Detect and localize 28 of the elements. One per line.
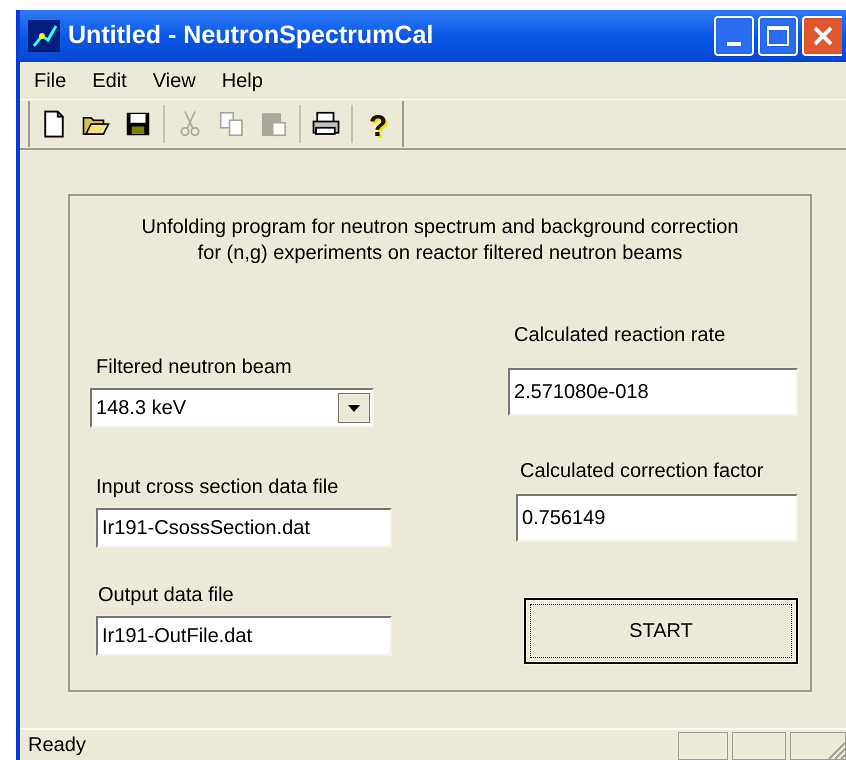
field-label: Filtered neutron beam <box>95 355 293 380</box>
close-icon <box>811 24 835 48</box>
field-label: Calculated correction factor <box>519 459 764 484</box>
input-field[interactable]: Ir191-OutFile.dat <box>96 616 392 656</box>
input-field[interactable]: Ir191-CsossSection.dat <box>96 508 392 548</box>
description-text: Unfolding program for neutron spectrum and background correction for (n,g) experiments on reactor filtered neutron beams <box>140 215 740 266</box>
maximize-button[interactable] <box>758 16 798 56</box>
field-label: Input cross section data file <box>95 475 340 500</box>
app-icon <box>28 20 60 52</box>
dropdown-arrow-button[interactable] <box>338 393 370 423</box>
output-field[interactable]: 0.756149 <box>516 494 798 542</box>
caret-icon <box>348 404 360 412</box>
field-label: Output data file <box>97 583 235 608</box>
field-label: Calculated reaction rate <box>513 323 726 348</box>
menu-item[interactable]: Help <box>222 66 263 96</box>
menu-item[interactable]: View <box>152 66 196 96</box>
menu-item[interactable]: Edit <box>92 66 127 96</box>
menu-item[interactable]: File <box>34 66 66 96</box>
help-button[interactable]: ? <box>358 104 398 144</box>
close-button[interactable] <box>802 16 842 56</box>
minimize-button[interactable] <box>714 16 754 56</box>
status-text: Ready <box>27 733 87 758</box>
window-title: Untitled - NeutronSpectrumCal <box>68 20 434 52</box>
beam-dropdown[interactable]: 148.3 keV <box>90 388 374 428</box>
output-field[interactable]: 2.571080e-018 <box>508 368 798 416</box>
status-pane <box>732 732 786 760</box>
status-pane <box>678 732 728 760</box>
start-button[interactable]: START <box>524 598 798 664</box>
